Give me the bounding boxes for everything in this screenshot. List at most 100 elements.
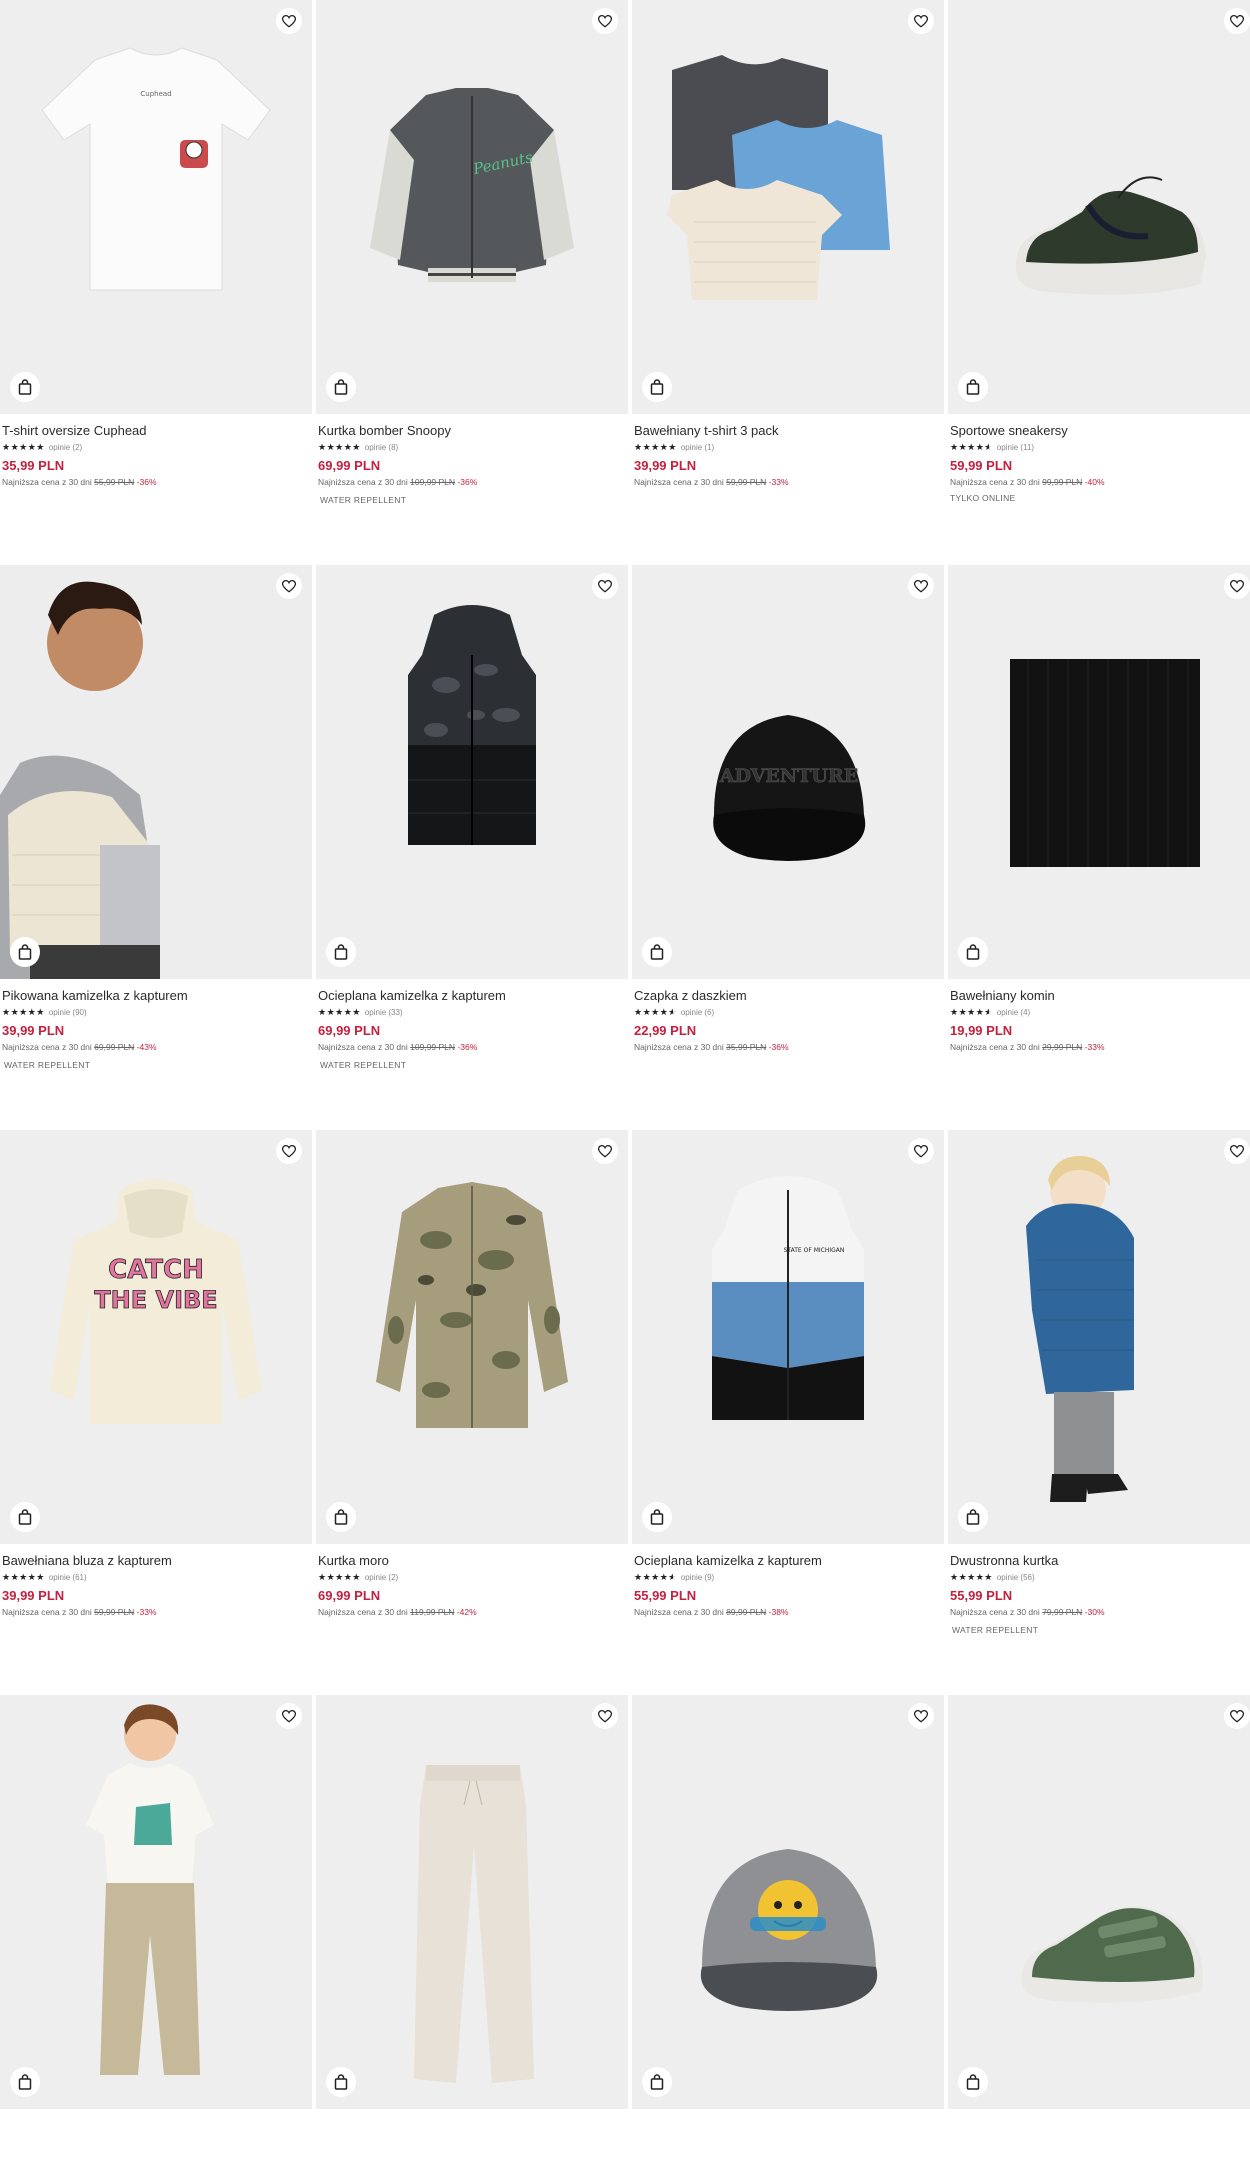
- review-count[interactable]: opinie (90): [49, 1008, 87, 1017]
- product-name[interactable]: [950, 2118, 1250, 2134]
- add-to-cart-button[interactable]: [958, 937, 988, 967]
- product-image[interactable]: [316, 1130, 628, 1544]
- product-card[interactable]: ADVENTURE Czapka z daszkiem ★★★★★★★★★★ o…: [632, 565, 944, 1060]
- product-card[interactable]: ★★★★★★★★★★: [632, 1695, 944, 2177]
- add-to-wishlist-button[interactable]: [592, 1703, 618, 1729]
- product-image[interactable]: [948, 0, 1250, 414]
- product-card[interactable]: Cuphead T-shirt oversize Cuphead ★★★★★ ★★…: [0, 0, 312, 495]
- review-count[interactable]: opinie (8): [365, 443, 398, 452]
- product-name[interactable]: [318, 2118, 628, 2134]
- product-card[interactable]: STATE OF MICHIGAN Ocieplana kamizelka z …: [632, 1130, 944, 1625]
- product-name[interactable]: Sportowe sneakersy: [950, 423, 1250, 439]
- add-to-cart-button[interactable]: [326, 2067, 356, 2097]
- add-to-wishlist-button[interactable]: [908, 8, 934, 34]
- add-to-wishlist-button[interactable]: [592, 8, 618, 34]
- add-to-wishlist-button[interactable]: [276, 1138, 302, 1164]
- add-to-cart-button[interactable]: [958, 1502, 988, 1532]
- product-rating: ★★★★★ ★★★★★ opinie (56): [950, 1572, 1250, 1583]
- review-count[interactable]: opinie (9): [681, 1573, 714, 1582]
- old-price: 69,99 PLN: [94, 1042, 135, 1052]
- product-image[interactable]: Cuphead: [0, 0, 312, 414]
- product-name[interactable]: Ocieplana kamizelka z kapturem: [634, 1553, 944, 1569]
- rating-stars: ★★★★★★★★★★: [634, 1572, 677, 1582]
- product-image[interactable]: [0, 1695, 312, 2109]
- product-image[interactable]: Peanuts: [316, 0, 628, 414]
- review-count[interactable]: opinie (2): [365, 1573, 398, 1582]
- product-card[interactable]: Pikowana kamizelka z kapturem ★★★★★ ★★★★★…: [0, 565, 312, 1070]
- product-image[interactable]: [632, 0, 944, 414]
- add-to-wishlist-button[interactable]: [1224, 573, 1250, 599]
- add-to-wishlist-button[interactable]: [1224, 1703, 1250, 1729]
- add-to-cart-button[interactable]: [326, 1502, 356, 1532]
- add-to-wishlist-button[interactable]: [1224, 8, 1250, 34]
- add-to-cart-button[interactable]: [642, 1502, 672, 1532]
- add-to-wishlist-button[interactable]: [276, 573, 302, 599]
- review-count[interactable]: opinie (2): [49, 443, 82, 452]
- add-to-cart-button[interactable]: [10, 1502, 40, 1532]
- product-card[interactable]: Ocieplana kamizelka z kapturem ★★★★★ ★★★★…: [316, 565, 628, 1070]
- add-to-wishlist-button[interactable]: [908, 1703, 934, 1729]
- add-to-cart-button[interactable]: [642, 937, 672, 967]
- product-name[interactable]: Pikowana kamizelka z kapturem: [2, 988, 312, 1004]
- product-card[interactable]: CATCH THE VIBE Bawełniana bluza z kapture…: [0, 1130, 312, 1625]
- product-name[interactable]: Ocieplana kamizelka z kapturem: [318, 988, 628, 1004]
- product-photo: [1021, 1906, 1203, 2003]
- product-card[interactable]: Bawełniany t-shirt 3 pack ★★★★★ ★★★★★ opi…: [632, 0, 944, 495]
- review-count[interactable]: opinie (11): [997, 443, 1034, 452]
- product-image[interactable]: [632, 1695, 944, 2109]
- product-name[interactable]: Dwustronna kurtka: [950, 1553, 1250, 1569]
- product-name[interactable]: Bawełniany t-shirt 3 pack: [634, 423, 944, 439]
- product-card[interactable]: Kurtka moro ★★★★★ ★★★★★ opinie (2) 69,99 …: [316, 1130, 628, 1625]
- product-name[interactable]: [634, 2118, 944, 2134]
- product-card[interactable]: ★★★★★★★★★★: [948, 1695, 1250, 2177]
- review-count[interactable]: opinie (33): [365, 1008, 403, 1017]
- product-name[interactable]: Kurtka moro: [318, 1553, 628, 1569]
- product-image[interactable]: ADVENTURE: [632, 565, 944, 979]
- add-to-wishlist-button[interactable]: [276, 1703, 302, 1729]
- product-name[interactable]: T-shirt oversize Cuphead: [2, 423, 312, 439]
- product-card[interactable]: ★★★★★★★★★★: [0, 1695, 312, 2177]
- review-count[interactable]: opinie (4): [997, 1008, 1030, 1017]
- add-to-wishlist-button[interactable]: [592, 573, 618, 599]
- review-count[interactable]: opinie (61): [49, 1573, 87, 1582]
- add-to-cart-button[interactable]: [326, 372, 356, 402]
- product-image[interactable]: STATE OF MICHIGAN: [632, 1130, 944, 1544]
- add-to-cart-button[interactable]: [958, 372, 988, 402]
- add-to-wishlist-button[interactable]: [276, 8, 302, 34]
- add-to-cart-button[interactable]: [642, 2067, 672, 2097]
- product-card[interactable]: Dwustronna kurtka ★★★★★ ★★★★★ opinie (56)…: [948, 1130, 1250, 1635]
- product-photo: [86, 1704, 214, 2075]
- add-to-wishlist-button[interactable]: [908, 573, 934, 599]
- product-name[interactable]: [2, 2118, 312, 2134]
- add-to-wishlist-button[interactable]: [1224, 1138, 1250, 1164]
- product-card[interactable]: Bawełniany komin ★★★★★★★★★★ opinie (4) 1…: [948, 565, 1250, 1060]
- product-card[interactable]: Peanuts Kurtka bomber Snoopy ★★★★★ ★★★★★ …: [316, 0, 628, 505]
- product-image[interactable]: [948, 565, 1250, 979]
- review-count[interactable]: opinie (6): [681, 1008, 714, 1017]
- add-to-cart-button[interactable]: [326, 937, 356, 967]
- product-tag: TYLKO ONLINE: [950, 493, 1016, 503]
- old-price: 59,99 PLN: [94, 1607, 135, 1617]
- product-card[interactable]: Sportowe sneakersy ★★★★★★★★★★ opinie (11…: [948, 0, 1250, 503]
- add-to-wishlist-button[interactable]: [908, 1138, 934, 1164]
- product-image[interactable]: [948, 1130, 1250, 1544]
- product-name[interactable]: Czapka z daszkiem: [634, 988, 944, 1004]
- product-image[interactable]: [0, 565, 312, 979]
- add-to-cart-button[interactable]: [10, 372, 40, 402]
- review-count[interactable]: opinie (1): [681, 443, 714, 452]
- add-to-cart-button[interactable]: [958, 2067, 988, 2097]
- product-image[interactable]: CATCH THE VIBE: [0, 1130, 312, 1544]
- discount-badge: -40%: [1084, 477, 1105, 487]
- product-image[interactable]: [948, 1695, 1250, 2109]
- add-to-wishlist-button[interactable]: [592, 1138, 618, 1164]
- add-to-cart-button[interactable]: [642, 372, 672, 402]
- product-name[interactable]: Bawełniana bluza z kapturem: [2, 1553, 312, 1569]
- product-image[interactable]: [316, 565, 628, 979]
- review-count[interactable]: opinie (56): [997, 1573, 1035, 1582]
- add-to-cart-button[interactable]: [10, 937, 40, 967]
- product-image[interactable]: [316, 1695, 628, 2109]
- product-card[interactable]: ★★★★★★★★★★: [316, 1695, 628, 2177]
- add-to-cart-button[interactable]: [10, 2067, 40, 2097]
- product-name[interactable]: Kurtka bomber Snoopy: [318, 423, 628, 439]
- product-name[interactable]: Bawełniany komin: [950, 988, 1250, 1004]
